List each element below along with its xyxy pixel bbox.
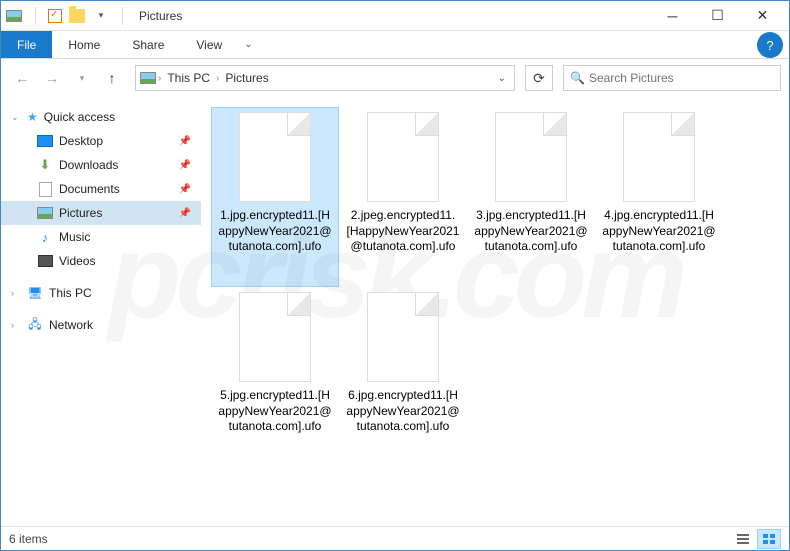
file-thumbnail-icon [367, 292, 439, 382]
ribbon-tabs: File Home Share View ⌄ ? [1, 31, 789, 59]
sidebar-item-label: Downloads [59, 158, 118, 172]
maximize-button[interactable]: ☐ [695, 2, 740, 30]
music-icon: ♪ [37, 229, 53, 245]
status-text: 6 items [9, 532, 48, 546]
sidebar-item-music[interactable]: ♪ Music [1, 225, 201, 249]
refresh-button[interactable]: ⟳ [525, 65, 553, 91]
file-tab[interactable]: File [1, 31, 52, 58]
network-icon: 🖧 [27, 317, 43, 333]
search-box[interactable]: 🔍 [563, 65, 781, 91]
pictures-icon [37, 205, 53, 221]
sidebar-this-pc[interactable]: › 🖥 This PC [1, 281, 201, 305]
videos-icon [37, 253, 53, 269]
search-icon: 🔍 [570, 71, 585, 85]
separator [122, 7, 123, 25]
sidebar-item-pictures[interactable]: Pictures 📌 [1, 201, 201, 225]
downloads-icon: ⬇ [37, 157, 53, 173]
pin-icon: 📌 [179, 160, 191, 171]
desktop-icon [37, 133, 53, 149]
file-thumbnail-icon [495, 112, 567, 202]
sidebar-item-label: Videos [59, 254, 95, 268]
file-name-label: 4.jpg.encrypted11.[HappyNewYear2021@tuta… [600, 208, 718, 255]
sidebar-item-downloads[interactable]: ⬇ Downloads 📌 [1, 153, 201, 177]
sidebar-item-videos[interactable]: Videos [1, 249, 201, 273]
file-item[interactable]: 4.jpg.encrypted11.[HappyNewYear2021@tuta… [595, 107, 723, 287]
tab-view[interactable]: View [180, 31, 238, 58]
sidebar-quick-access[interactable]: ⌄ ★ Quick access [1, 105, 201, 129]
sidebar-item-label: Music [59, 230, 90, 244]
expander-icon[interactable]: ⌄ [11, 112, 21, 123]
address-dropdown-icon[interactable]: ⌄ [494, 73, 510, 84]
minimize-button[interactable]: ─ [650, 2, 695, 30]
file-name-label: 3.jpg.encrypted11.[HappyNewYear2021@tuta… [472, 208, 590, 255]
sidebar-network[interactable]: › 🖧 Network [1, 313, 201, 337]
separator [35, 7, 36, 25]
file-thumbnail-icon [239, 112, 311, 202]
sidebar-item-label: Pictures [59, 206, 102, 220]
file-thumbnail-icon [623, 112, 695, 202]
content-area: ⌄ ★ Quick access Desktop 📌 ⬇ Downloads 📌… [1, 97, 789, 527]
sidebar-label: Quick access [44, 110, 115, 124]
qat-new-folder-icon[interactable] [68, 7, 86, 25]
file-thumbnail-icon [239, 292, 311, 382]
file-name-label: 1.jpg.encrypted11.[HappyNewYear2021@tuta… [216, 208, 334, 255]
file-item[interactable]: 1.jpg.encrypted11.[HappyNewYear2021@tuta… [211, 107, 339, 287]
file-item[interactable]: 5.jpg.encrypted11.[HappyNewYear2021@tuta… [211, 287, 339, 467]
file-name-label: 6.jpg.encrypted11.[HappyNewYear2021@tuta… [344, 388, 462, 435]
pin-icon: 📌 [179, 136, 191, 147]
close-button[interactable]: ✕ [740, 2, 785, 30]
pc-icon: 🖥 [27, 285, 43, 301]
window-title: Pictures [139, 9, 182, 23]
sidebar-item-label: Desktop [59, 134, 103, 148]
back-button[interactable]: ← [9, 65, 35, 91]
address-bar[interactable]: › This PC › Pictures ⌄ [135, 65, 515, 91]
status-bar: 6 items [1, 526, 789, 550]
expander-icon[interactable]: › [11, 320, 21, 330]
pin-icon: 📌 [179, 208, 191, 219]
navigation-bar: ← → ▾ ↑ › This PC › Pictures ⌄ ⟳ 🔍 [1, 59, 789, 97]
file-item[interactable]: 3.jpg.encrypted11.[HappyNewYear2021@tuta… [467, 107, 595, 287]
sidebar-label: This PC [49, 286, 92, 300]
recent-dropdown-icon[interactable]: ▾ [69, 65, 95, 91]
pin-icon: 📌 [179, 184, 191, 195]
file-view[interactable]: 1.jpg.encrypted11.[HappyNewYear2021@tuta… [201, 97, 789, 527]
app-icon [5, 7, 23, 25]
ribbon-expand-icon[interactable]: ⌄ [238, 31, 258, 58]
file-item[interactable]: 6.jpg.encrypted11.[HappyNewYear2021@tuta… [339, 287, 467, 467]
breadcrumb-this-pc[interactable]: This PC [163, 71, 214, 85]
sidebar-item-documents[interactable]: Documents 📌 [1, 177, 201, 201]
navigation-sidebar: ⌄ ★ Quick access Desktop 📌 ⬇ Downloads 📌… [1, 97, 201, 527]
sidebar-label: Network [49, 318, 93, 332]
breadcrumb-pictures[interactable]: Pictures [221, 71, 272, 85]
chevron-right-icon[interactable]: › [156, 73, 163, 84]
chevron-right-icon[interactable]: › [214, 73, 221, 84]
forward-button[interactable]: → [39, 65, 65, 91]
details-view-button[interactable] [731, 529, 755, 549]
tab-home[interactable]: Home [52, 31, 116, 58]
help-button[interactable]: ? [757, 32, 783, 58]
star-icon: ★ [27, 110, 38, 124]
qat-dropdown-icon[interactable]: ▾ [92, 7, 110, 25]
tab-share[interactable]: Share [116, 31, 180, 58]
qat-properties-icon[interactable]: ✓ [48, 9, 62, 23]
expander-icon[interactable]: › [11, 288, 21, 298]
up-button[interactable]: ↑ [99, 65, 125, 91]
documents-icon [37, 181, 53, 197]
search-input[interactable] [589, 71, 774, 85]
title-bar: ✓ ▾ Pictures ─ ☐ ✕ [1, 1, 789, 31]
sidebar-item-label: Documents [59, 182, 120, 196]
file-name-label: 2.jpeg.encrypted11.[HappyNewYear2021@tut… [344, 208, 462, 255]
file-name-label: 5.jpg.encrypted11.[HappyNewYear2021@tuta… [216, 388, 334, 435]
thumbnails-view-button[interactable] [757, 529, 781, 549]
file-item[interactable]: 2.jpeg.encrypted11.[HappyNewYear2021@tut… [339, 107, 467, 287]
file-thumbnail-icon [367, 112, 439, 202]
sidebar-item-desktop[interactable]: Desktop 📌 [1, 129, 201, 153]
address-icon [140, 70, 156, 86]
